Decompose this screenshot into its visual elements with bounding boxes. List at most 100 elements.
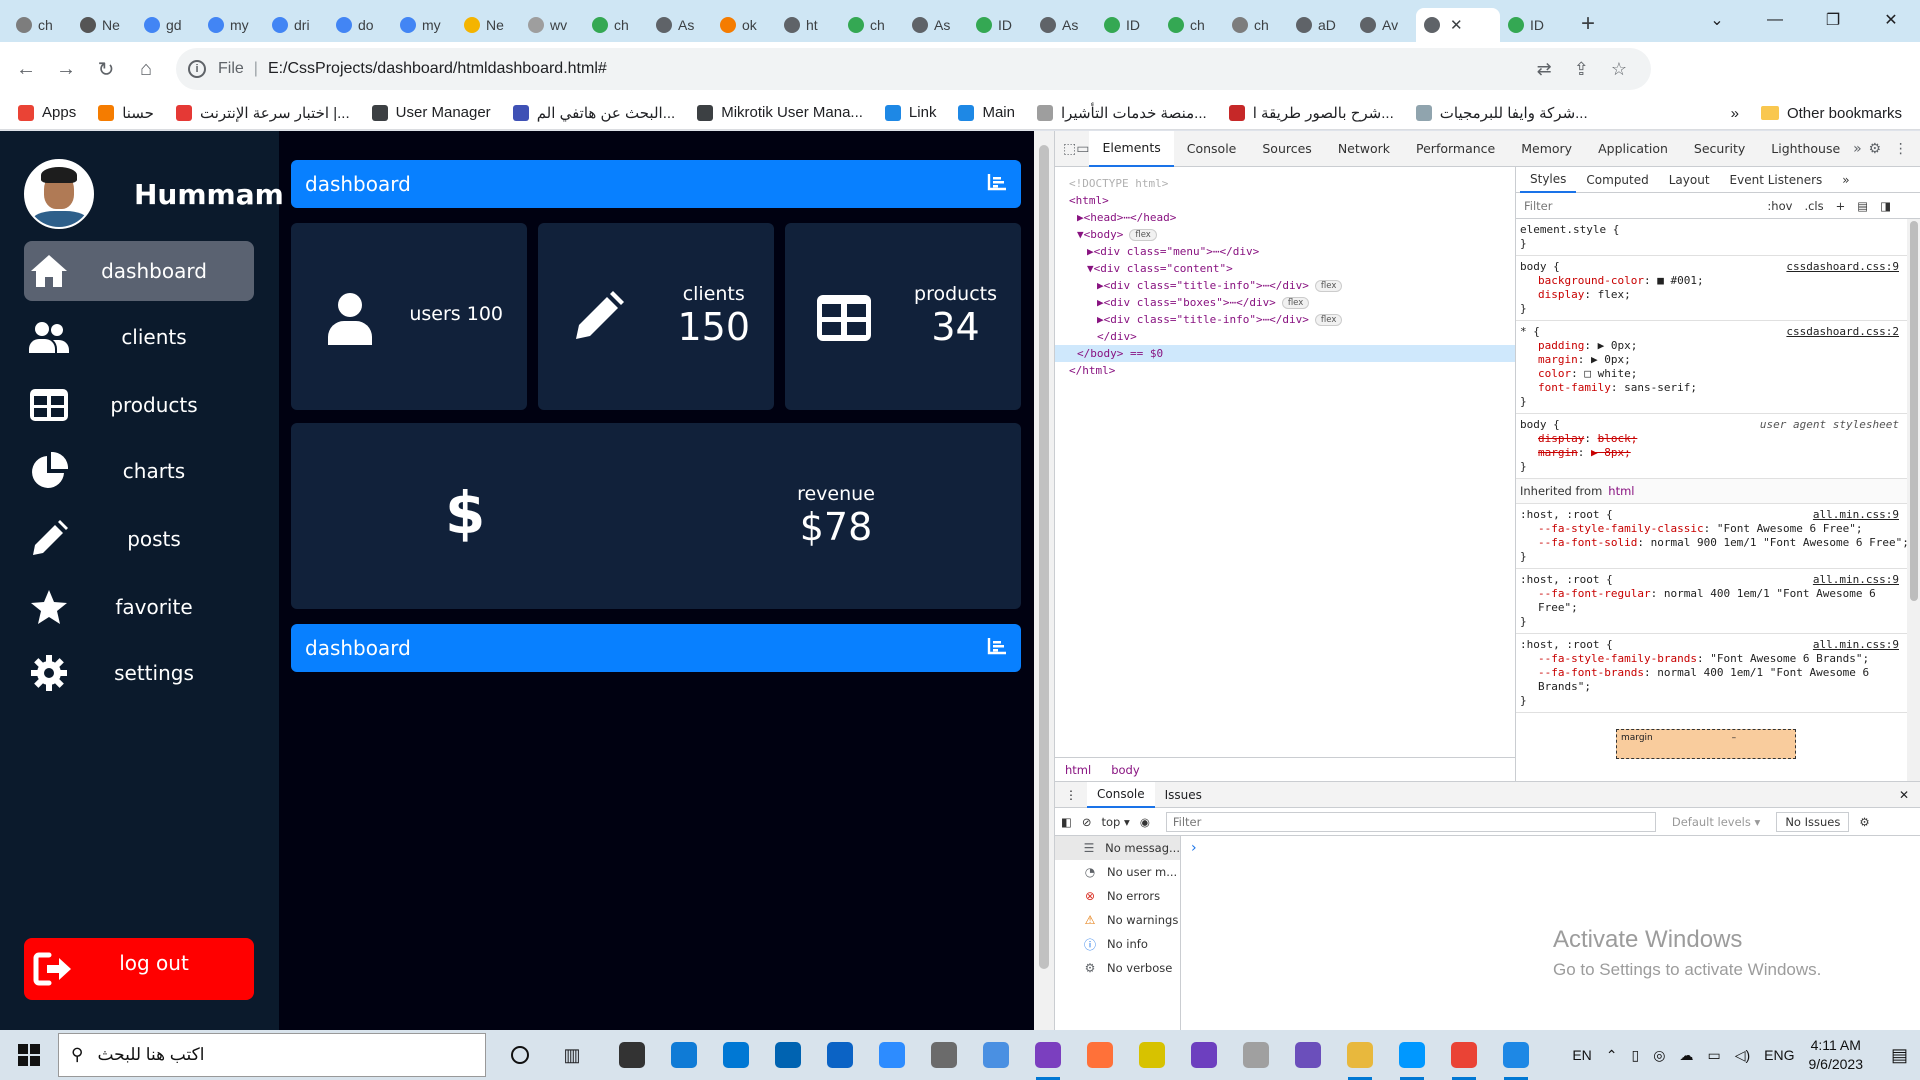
taskbar-app-icon[interactable] bbox=[918, 1030, 970, 1080]
hov-toggle[interactable]: :hov bbox=[1767, 199, 1792, 213]
devtools-tab[interactable]: Lighthouse bbox=[1758, 131, 1853, 167]
css-declaration[interactable]: --fa-style-family-brands: "Font Awesome … bbox=[1520, 652, 1913, 666]
dom-node[interactable]: </body> == $0 bbox=[1055, 345, 1515, 362]
css-declaration[interactable]: --fa-font-solid: normal 900 1em/1 "Font … bbox=[1520, 536, 1913, 550]
volume-icon[interactable]: ◁) bbox=[1735, 1047, 1750, 1064]
flex-badge[interactable]: flex bbox=[1129, 228, 1157, 241]
dom-node[interactable]: ▶<div class="title-info">⋯</div> flex bbox=[1055, 277, 1515, 294]
browser-tab[interactable]: ID bbox=[1500, 8, 1564, 42]
battery-icon[interactable]: ▭ bbox=[1707, 1047, 1720, 1064]
drawer-menu-icon[interactable]: ⋮ bbox=[1055, 788, 1087, 802]
css-declaration[interactable]: --fa-style-family-classic: "Font Awesome… bbox=[1520, 522, 1913, 536]
console-filter-input[interactable]: Filter bbox=[1165, 811, 1656, 832]
taskbar-app-icon[interactable] bbox=[606, 1030, 658, 1080]
browser-tab[interactable]: As bbox=[904, 8, 968, 42]
styles-filter-input[interactable]: Filter bbox=[1524, 199, 1552, 213]
live-expression-icon[interactable]: ◉ bbox=[1140, 815, 1150, 829]
taskbar-app-icon[interactable] bbox=[814, 1030, 866, 1080]
console-filter-messages[interactable]: ☰ No messag... bbox=[1055, 836, 1180, 860]
rule-selector[interactable]: element.style { bbox=[1520, 223, 1913, 237]
computed-toggle-icon[interactable]: ▤ bbox=[1857, 199, 1868, 213]
dom-node[interactable]: ▼<div class="content"> bbox=[1055, 260, 1515, 277]
rule-source-link[interactable]: all.min.css:9 bbox=[1813, 638, 1899, 652]
css-declaration[interactable]: color: □ white; bbox=[1520, 367, 1913, 381]
browser-tab-active[interactable]: ✕ bbox=[1416, 8, 1500, 42]
bar-chart-icon[interactable] bbox=[987, 637, 1007, 659]
weather-icon[interactable]: ☁ bbox=[1679, 1047, 1693, 1064]
devtools-tab[interactable]: Network bbox=[1325, 131, 1403, 167]
tray-chevron-icon[interactable]: ⌃ bbox=[1606, 1047, 1618, 1064]
clear-console-icon[interactable]: ⊘ bbox=[1082, 815, 1092, 829]
translate-icon[interactable]: ⇄ bbox=[1537, 59, 1552, 80]
bookmark-item[interactable]: منصة خدمات التأشيرا... bbox=[1036, 104, 1207, 122]
browser-tab[interactable]: wv bbox=[520, 8, 584, 42]
browser-tab[interactable]: Av bbox=[1352, 8, 1416, 42]
styles-tab[interactable]: Event Listeners bbox=[1720, 167, 1833, 193]
taskbar-app-icon[interactable] bbox=[1178, 1030, 1230, 1080]
site-info-icon[interactable]: i bbox=[188, 60, 206, 78]
settings-gear-icon[interactable]: ⚙ bbox=[1862, 131, 1888, 167]
devtools-tab[interactable]: Elements bbox=[1089, 130, 1174, 167]
taskbar-app-icon[interactable] bbox=[1334, 1030, 1386, 1080]
device-icon[interactable]: ▯ bbox=[1632, 1047, 1640, 1064]
css-declaration[interactable]: margin: ▶ 8px; bbox=[1520, 446, 1913, 460]
flex-badge[interactable]: flex bbox=[1314, 279, 1343, 292]
input-language[interactable]: ENG bbox=[1764, 1047, 1794, 1063]
reload-icon[interactable]: ↻ bbox=[86, 49, 126, 89]
issues-button[interactable]: No Issues bbox=[1776, 811, 1850, 832]
console-filter-info[interactable]: ⓘ No info bbox=[1055, 932, 1180, 956]
sidebar-item-posts[interactable]: posts bbox=[24, 509, 254, 569]
css-declaration[interactable]: margin: ▶ 0px; bbox=[1520, 353, 1913, 367]
console-filter-errors[interactable]: ⊗ No errors bbox=[1055, 884, 1180, 908]
taskbar-search[interactable]: ⚲ اكتب هنا للبحث bbox=[58, 1033, 486, 1077]
new-tab-button[interactable]: + bbox=[1570, 6, 1606, 42]
close-window-icon[interactable]: ✕ bbox=[1862, 0, 1920, 40]
notifications-icon[interactable]: ▤ bbox=[1891, 1045, 1908, 1066]
flex-badge[interactable]: flex bbox=[1314, 313, 1343, 326]
cls-toggle[interactable]: .cls bbox=[1804, 199, 1823, 213]
dom-node[interactable]: <html> bbox=[1055, 192, 1515, 209]
devtools-tab[interactable]: Performance bbox=[1403, 131, 1508, 167]
context-selector[interactable]: top ▾ bbox=[1102, 815, 1130, 829]
bookmark-star-icon[interactable]: ☆ bbox=[1611, 59, 1627, 80]
devtools-close-icon[interactable]: ✕ bbox=[1914, 131, 1920, 167]
device-toolbar-icon[interactable]: ▭ bbox=[1076, 131, 1089, 167]
dom-node[interactable]: ▶<head>⋯</head> bbox=[1055, 209, 1515, 226]
bookmark-item[interactable]: Mikrotik User Mana... bbox=[697, 104, 863, 122]
browser-tab[interactable]: my bbox=[392, 8, 456, 42]
task-view-icon[interactable]: ▥ bbox=[546, 1030, 598, 1080]
browser-tab[interactable]: ID bbox=[968, 8, 1032, 42]
devtools-more-icon[interactable]: » bbox=[1853, 131, 1862, 167]
bookmark-item[interactable]: User Manager bbox=[371, 104, 491, 122]
bar-chart-icon[interactable] bbox=[987, 173, 1007, 195]
bookmark-item[interactable]: Link bbox=[884, 104, 936, 122]
language-indicator[interactable]: EN bbox=[1572, 1047, 1591, 1063]
sidebar-item-favorite[interactable]: favorite bbox=[24, 577, 254, 637]
start-button[interactable] bbox=[0, 1030, 58, 1080]
home-icon[interactable]: ⌂ bbox=[126, 49, 166, 89]
dom-node[interactable]: ▼<body> flex bbox=[1055, 226, 1515, 243]
bookmark-item[interactable]: Apps bbox=[18, 104, 76, 122]
browser-tab[interactable]: gd bbox=[136, 8, 200, 42]
browser-tab[interactable]: ch bbox=[584, 8, 648, 42]
taskbar-app-icon[interactable] bbox=[1490, 1030, 1542, 1080]
taskbar-app-icon[interactable] bbox=[1022, 1030, 1074, 1080]
breadcrumb-item[interactable]: html bbox=[1055, 763, 1101, 777]
taskbar-app-icon[interactable] bbox=[1074, 1030, 1126, 1080]
flex-badge[interactable]: flex bbox=[1281, 296, 1310, 309]
taskbar-app-icon[interactable] bbox=[1230, 1030, 1282, 1080]
browser-tab[interactable]: As bbox=[648, 8, 712, 42]
taskbar-app-icon[interactable] bbox=[658, 1030, 710, 1080]
rule-source-link[interactable]: all.min.css:9 bbox=[1813, 573, 1899, 587]
devtools-tab[interactable]: Sources bbox=[1249, 131, 1324, 167]
devtools-menu-icon[interactable]: ⋮ bbox=[1888, 131, 1914, 167]
clock[interactable]: 4:11 AM 9/6/2023 bbox=[1808, 1036, 1863, 1074]
browser-tab[interactable]: Ne bbox=[456, 8, 520, 42]
taskbar-app-icon[interactable] bbox=[1438, 1030, 1490, 1080]
css-declaration[interactable]: font-family: sans-serif; bbox=[1520, 381, 1913, 395]
bookmark-item[interactable]: Main bbox=[958, 104, 1015, 122]
browser-tab[interactable]: dri bbox=[264, 8, 328, 42]
minimize-icon[interactable]: — bbox=[1746, 0, 1804, 40]
cortana-icon[interactable] bbox=[494, 1030, 546, 1080]
console-filter-user-messages[interactable]: ◔ No user m... bbox=[1055, 860, 1180, 884]
